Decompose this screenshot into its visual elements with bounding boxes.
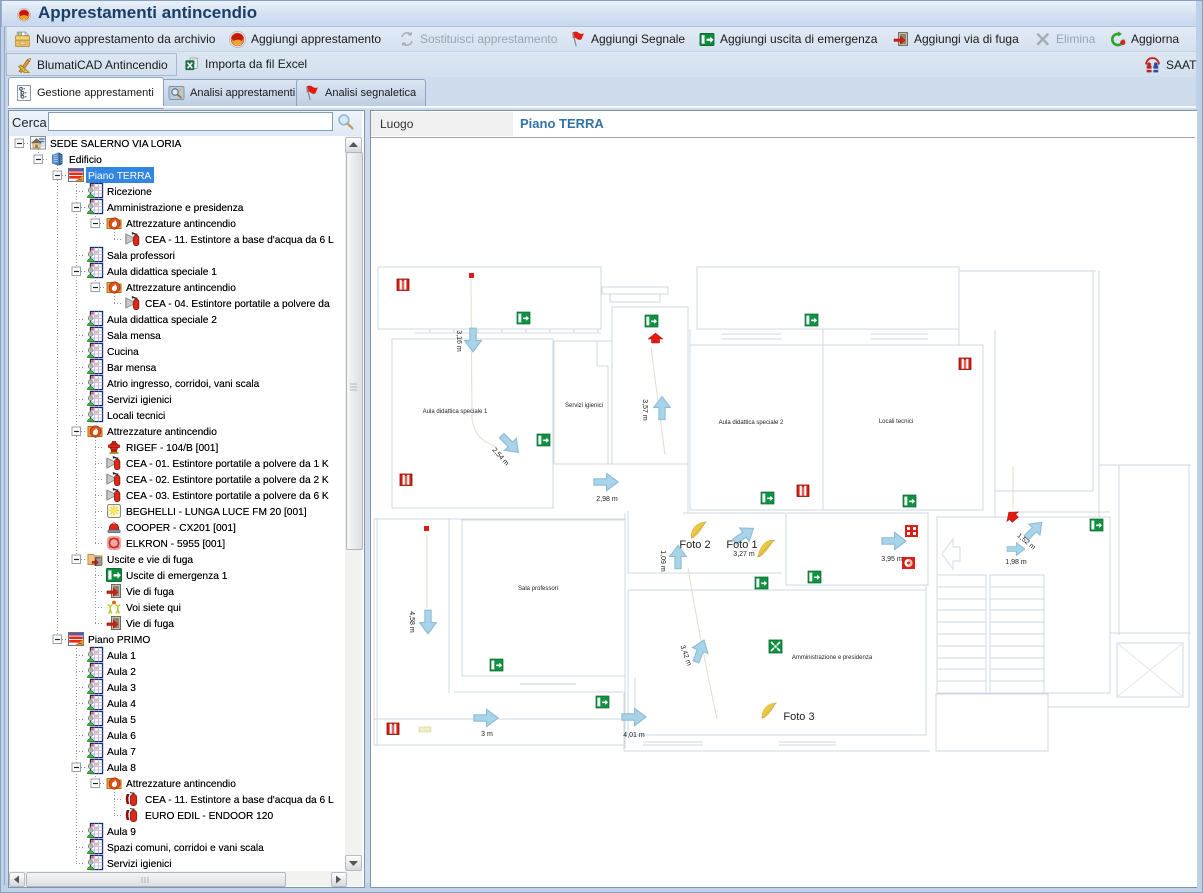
svg-text:Sala professori: Sala professori [107, 251, 175, 262]
svg-text:CEA - 03. Estintore portatile: CEA - 03. Estintore portatile a polvere … [126, 491, 329, 502]
svg-text:Servizi igienici: Servizi igienici [565, 403, 603, 409]
svg-text:Aula 4: Aula 4 [107, 699, 136, 710]
svg-text:Sala mensa: Sala mensa [107, 331, 161, 342]
svg-text:CEA - 11. Estintore a base d'a: CEA - 11. Estintore a base d'acqua da 6 … [145, 235, 334, 246]
svg-text:Amministrazione e presidenza: Amministrazione e presidenza [792, 655, 873, 661]
svg-text:Servizi igienici: Servizi igienici [107, 395, 172, 406]
svg-text:CEA - 11. Estintore a base d'a: CEA - 11. Estintore a base d'acqua da 6 … [145, 795, 334, 806]
svg-text:Spazi comuni, corridoi e vani: Spazi comuni, corridoi e vani scala [107, 843, 264, 854]
svg-text:Aula 9: Aula 9 [107, 827, 136, 838]
svg-text:Foto 3: Foto 3 [783, 711, 814, 723]
svg-text:Locali tecnici: Locali tecnici [879, 419, 913, 425]
svg-text:Amministrazione e presidenza: Amministrazione e presidenza [107, 203, 244, 214]
svg-text:Aula 5: Aula 5 [107, 715, 136, 726]
svg-text:Attrezzature antincendio: Attrezzature antincendio [126, 283, 236, 294]
svg-text:CEA - 01. Estintore portatile: CEA - 01. Estintore portatile a polvere … [126, 459, 329, 470]
svg-text:4,01 m: 4,01 m [623, 732, 645, 739]
svg-text:Locali tecnici: Locali tecnici [107, 411, 165, 422]
svg-text:SEDE SALERNO VIA LORIA: SEDE SALERNO VIA LORIA [50, 139, 182, 150]
svg-text:Sala professori: Sala professori [518, 586, 558, 592]
svg-text:Vie di fuga: Vie di fuga [126, 619, 174, 630]
svg-text:Attrezzature antincendio: Attrezzature antincendio [126, 219, 236, 230]
svg-text:EURO EDIL - ENDOOR 120: EURO EDIL - ENDOOR 120 [145, 811, 273, 822]
svg-text:Aula didattica speciale 2: Aula didattica speciale 2 [719, 420, 784, 426]
svg-text:2,98 m: 2,98 m [596, 496, 618, 503]
svg-text:3,42 m: 3,42 m [678, 644, 692, 667]
svg-text:Aula didattica speciale 2: Aula didattica speciale 2 [107, 315, 217, 326]
svg-text:Cucina: Cucina [107, 347, 139, 358]
svg-text:Aula didattica speciale 1: Aula didattica speciale 1 [423, 409, 488, 415]
svg-text:Uscite e vie di fuga: Uscite e vie di fuga [107, 555, 193, 566]
svg-text:Piano TERRA: Piano TERRA [88, 171, 151, 182]
svg-text:RIGEF - 104/B [001]: RIGEF - 104/B [001] [126, 443, 218, 454]
svg-text:Aula 6: Aula 6 [107, 731, 136, 742]
svg-text:Aula 8: Aula 8 [107, 763, 136, 774]
svg-text:COOPER - CX201 [001]: COOPER - CX201 [001] [126, 523, 236, 534]
svg-text:CEA - 02. Estintore portatile: CEA - 02. Estintore portatile a polvere … [126, 475, 329, 486]
svg-text:Foto 1: Foto 1 [726, 539, 757, 551]
svg-text:Edificio: Edificio [69, 155, 102, 166]
svg-text:Aula 7: Aula 7 [107, 747, 136, 758]
svg-text:3,57 m: 3,57 m [641, 399, 648, 421]
svg-text:Aula didattica speciale 1: Aula didattica speciale 1 [107, 267, 217, 278]
svg-text:Aula 3: Aula 3 [107, 683, 136, 694]
svg-text:CEA - 04. Estintore portatile: CEA - 04. Estintore portatile a polvere … [145, 299, 330, 310]
svg-text:Servizi igienici: Servizi igienici [107, 859, 172, 870]
svg-text:4,58 m: 4,58 m [408, 611, 415, 633]
svg-text:ELKRON - 5955 [001]: ELKRON - 5955 [001] [126, 539, 225, 550]
svg-text:1,98 m: 1,98 m [1005, 559, 1027, 566]
svg-text:Attrezzature antincendio: Attrezzature antincendio [107, 427, 217, 438]
svg-text:3,16 m: 3,16 m [455, 330, 462, 352]
svg-text:3 m: 3 m [481, 731, 493, 738]
svg-text:3,27 m: 3,27 m [733, 551, 755, 558]
svg-text:Attrezzature antincendio: Attrezzature antincendio [126, 779, 236, 790]
svg-text:BEGHELLI - LUNGA LUCE FM 20 [0: BEGHELLI - LUNGA LUCE FM 20 [001] [126, 507, 307, 518]
svg-text:Atrio ingresso, corridoi, vani: Atrio ingresso, corridoi, vani scala [107, 379, 260, 390]
svg-text:1,09 m: 1,09 m [659, 550, 666, 572]
svg-text:Vie di fuga: Vie di fuga [126, 587, 174, 598]
svg-text:Aula 2: Aula 2 [107, 667, 136, 678]
svg-text:Bar mensa: Bar mensa [107, 363, 157, 374]
svg-text:Ricezione: Ricezione [107, 187, 152, 198]
svg-text:Voi siete qui: Voi siete qui [126, 603, 181, 614]
svg-text:3,95 m: 3,95 m [881, 556, 903, 563]
svg-text:Foto 2: Foto 2 [679, 539, 710, 551]
svg-text:Aula 1: Aula 1 [107, 651, 136, 662]
svg-text:Piano PRIMO: Piano PRIMO [88, 635, 150, 646]
svg-text:Uscite di emergenza 1: Uscite di emergenza 1 [126, 571, 228, 582]
